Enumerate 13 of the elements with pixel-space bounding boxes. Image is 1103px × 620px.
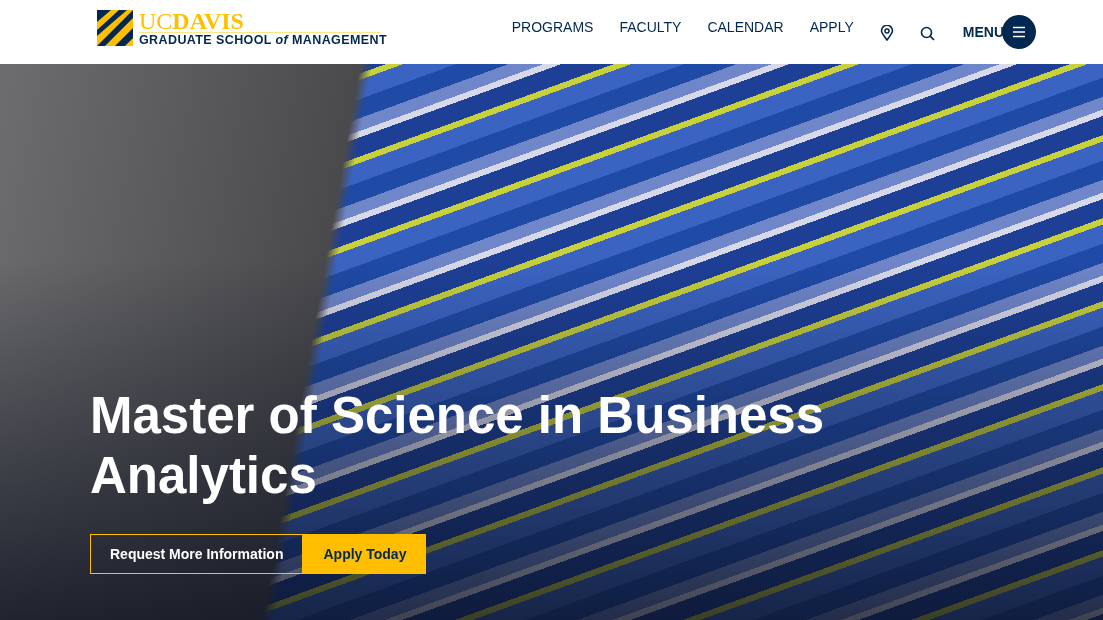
location-pin-icon[interactable] xyxy=(879,25,894,41)
nav-link[interactable]: APPLY xyxy=(809,19,854,35)
nav-link[interactable]: CALENDAR xyxy=(707,19,784,35)
nav-link[interactable]: PROGRAMS xyxy=(511,19,594,35)
nav-link[interactable]: FACULTY xyxy=(619,19,682,35)
request-info-button[interactable]: Request More Information xyxy=(90,534,304,574)
logo-wordmark: UCDAVIS xyxy=(139,9,380,33)
search-icon[interactable] xyxy=(919,25,935,41)
menu-icon xyxy=(1002,15,1036,49)
apply-button[interactable]: Apply Today xyxy=(303,534,427,574)
logo-emblem-icon xyxy=(97,10,133,46)
logo-subtitle: GRADUATE SCHOOL of MANAGEMENT xyxy=(139,32,387,47)
hero-title: Master of Science in Business Analytics xyxy=(90,386,826,506)
